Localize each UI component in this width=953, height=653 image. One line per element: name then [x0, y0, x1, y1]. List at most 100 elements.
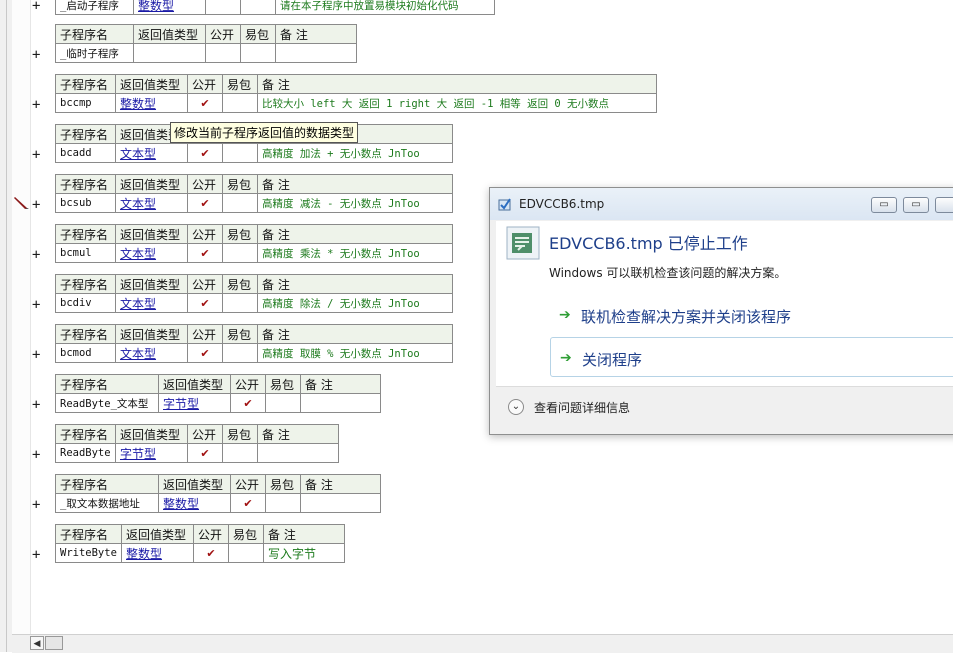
subroutine-name-cell[interactable]: bcdiv: [55, 293, 116, 313]
table-row: WriteByte 整数型 ✔ 写入字节: [55, 543, 345, 563]
public-cell[interactable]: ✔: [187, 343, 223, 363]
subroutine-name-cell[interactable]: bcmod: [55, 343, 116, 363]
subroutine-name-cell[interactable]: ReadByte: [55, 443, 116, 463]
table-header: 子程序名 返回值类型 公开 易包 备 注: [55, 474, 381, 494]
subroutine-name-cell[interactable]: bcsub: [55, 193, 116, 213]
return-type-cell[interactable]: 字节型: [120, 447, 156, 461]
subroutine-name-cell[interactable]: bcmul: [55, 243, 116, 263]
return-type-cell[interactable]: 文本型: [120, 347, 156, 361]
note-cell[interactable]: 请在本子程序中放置易模块初始化代码: [275, 0, 495, 15]
subroutine-name-cell[interactable]: _启动子程序: [55, 0, 134, 15]
return-type-cell[interactable]: 字节型: [163, 397, 199, 411]
note-cell[interactable]: 高精度 乘法 * 无小数点 JnToo: [257, 243, 453, 263]
easy-package-cell[interactable]: [228, 543, 264, 563]
view-details-link[interactable]: 查看问题详细信息: [534, 399, 630, 416]
easy-package-cell[interactable]: [240, 43, 276, 63]
expand-icon[interactable]: +: [32, 348, 42, 362]
expand-icon[interactable]: +: [32, 248, 42, 262]
easy-package-cell[interactable]: [265, 393, 301, 413]
return-type-cell[interactable]: 文本型: [120, 297, 156, 311]
easy-package-cell[interactable]: [222, 343, 258, 363]
easy-package-cell[interactable]: [222, 193, 258, 213]
public-cell[interactable]: ✔: [187, 243, 223, 263]
expand-icon[interactable]: +: [32, 398, 42, 412]
public-cell[interactable]: ✔: [187, 293, 223, 313]
scroll-left-button[interactable]: ◀: [30, 636, 44, 650]
subroutine-table: 子程序名 返回值类型 公开 易包 备 注 _临时子程序: [55, 24, 357, 63]
note-cell[interactable]: 比较大小 left 大 返回 1 right 大 返回 -1 相等 返回 0 无…: [257, 93, 657, 113]
expand-icon[interactable]: +: [32, 498, 42, 512]
subroutine-name-cell[interactable]: bccmp: [55, 93, 116, 113]
public-cell[interactable]: ✔: [187, 443, 223, 463]
return-type-cell[interactable]: 整数型: [126, 547, 162, 561]
public-cell[interactable]: ✔: [230, 393, 266, 413]
table-row: bcmul 文本型 ✔ 高精度 乘法 * 无小数点 JnToo: [55, 243, 453, 263]
public-cell[interactable]: ✔: [187, 193, 223, 213]
chevron-down-icon[interactable]: ⌄: [508, 399, 524, 415]
check-online-option[interactable]: ➔ 联机检查解决方案并关闭该程序: [550, 295, 953, 335]
col-header-return-type: 返回值类型: [115, 274, 188, 294]
dialog-content: EDVCCB6.tmp 已停止工作 Windows 可以联机检查该问题的解决方案…: [496, 221, 953, 386]
minimize-button[interactable]: ▭: [871, 197, 897, 213]
expand-icon[interactable]: +: [32, 0, 42, 13]
note-cell[interactable]: 高精度 取膜 % 无小数点 JnToo: [257, 343, 453, 363]
expand-icon[interactable]: +: [32, 148, 42, 162]
subroutine-name-cell[interactable]: _临时子程序: [55, 43, 134, 63]
return-type-cell[interactable]: 文本型: [120, 147, 156, 161]
note-cell[interactable]: [300, 393, 381, 413]
note-cell[interactable]: [275, 43, 357, 63]
expand-icon[interactable]: +: [32, 298, 42, 312]
subroutine-name-cell[interactable]: _取文本数据地址: [55, 493, 159, 513]
expand-icon[interactable]: +: [32, 48, 42, 62]
public-cell[interactable]: ✔: [230, 493, 266, 513]
note-cell[interactable]: 写入字节: [263, 543, 345, 563]
public-cell[interactable]: [205, 0, 241, 15]
return-type-cell[interactable]: 文本型: [120, 197, 156, 211]
expand-icon[interactable]: +: [32, 548, 42, 562]
easy-package-cell[interactable]: [265, 493, 301, 513]
breakpoint-margin[interactable]: [12, 0, 31, 652]
public-cell[interactable]: [205, 43, 241, 63]
note-cell[interactable]: 高精度 除法 / 无小数点 JnToo: [257, 293, 453, 313]
col-header-return-type: 返回值类型: [115, 224, 188, 244]
col-header-note: 备 注: [300, 374, 381, 394]
public-cell[interactable]: ✔: [187, 93, 223, 113]
scroll-thumb[interactable]: [45, 636, 63, 650]
return-type-cell[interactable]: 文本型: [120, 247, 156, 261]
expand-icon[interactable]: +: [32, 98, 42, 112]
maximize-button[interactable]: ▭: [903, 197, 929, 213]
return-type-cell[interactable]: 整数型: [120, 97, 156, 111]
subroutine-name-cell[interactable]: bcadd: [55, 143, 116, 163]
expand-icon[interactable]: +: [32, 198, 42, 212]
easy-package-cell[interactable]: [222, 293, 258, 313]
crash-description: Windows 可以联机检查该问题的解决方案。: [549, 266, 787, 280]
close-program-option[interactable]: ➔ 关闭程序: [550, 337, 953, 377]
note-cell[interactable]: 高精度 加法 + 无小数点 JnToo: [257, 143, 453, 163]
easy-package-cell[interactable]: [222, 143, 258, 163]
subroutine-name-cell[interactable]: WriteByte: [55, 543, 122, 563]
col-header-easy-package: 易包: [222, 224, 258, 244]
subroutine-table: 子程序名 返回值类型 公开 易包 备 注 _取文本数据地址 整数型 ✔: [55, 474, 381, 513]
easy-package-cell[interactable]: [222, 243, 258, 263]
easy-package-cell[interactable]: [240, 0, 276, 15]
public-cell[interactable]: ✔: [193, 543, 229, 563]
easy-package-cell[interactable]: [222, 93, 258, 113]
arrow-icon: ➔: [559, 307, 571, 323]
col-header-note: 备 注: [263, 524, 345, 544]
expand-icon[interactable]: +: [32, 448, 42, 462]
dialog-titlebar[interactable]: EDVCCB6.tmp ▭ ▭: [490, 188, 953, 220]
close-button[interactable]: [935, 197, 953, 213]
easy-package-cell[interactable]: [222, 443, 258, 463]
return-type-cell[interactable]: 整数型: [138, 0, 174, 13]
table-header: 子程序名 返回值类型 公开 易包 备 注: [55, 324, 453, 344]
table-header: 子程序名 返回值类型 公开 易包 备 注: [55, 224, 453, 244]
note-cell[interactable]: [300, 493, 381, 513]
horizontal-scrollbar[interactable]: ◀: [12, 634, 953, 653]
return-type-cell[interactable]: 整数型: [163, 497, 199, 511]
table-header: 子程序名 返回值类型 公开 易包 备 注: [55, 24, 357, 44]
subroutine-name-cell[interactable]: ReadByte_文本型: [55, 393, 159, 413]
col-header-note: 备 注: [257, 324, 453, 344]
note-cell[interactable]: [257, 443, 339, 463]
note-cell[interactable]: 高精度 减法 - 无小数点 JnToo: [257, 193, 453, 213]
public-cell[interactable]: ✔: [187, 143, 223, 163]
